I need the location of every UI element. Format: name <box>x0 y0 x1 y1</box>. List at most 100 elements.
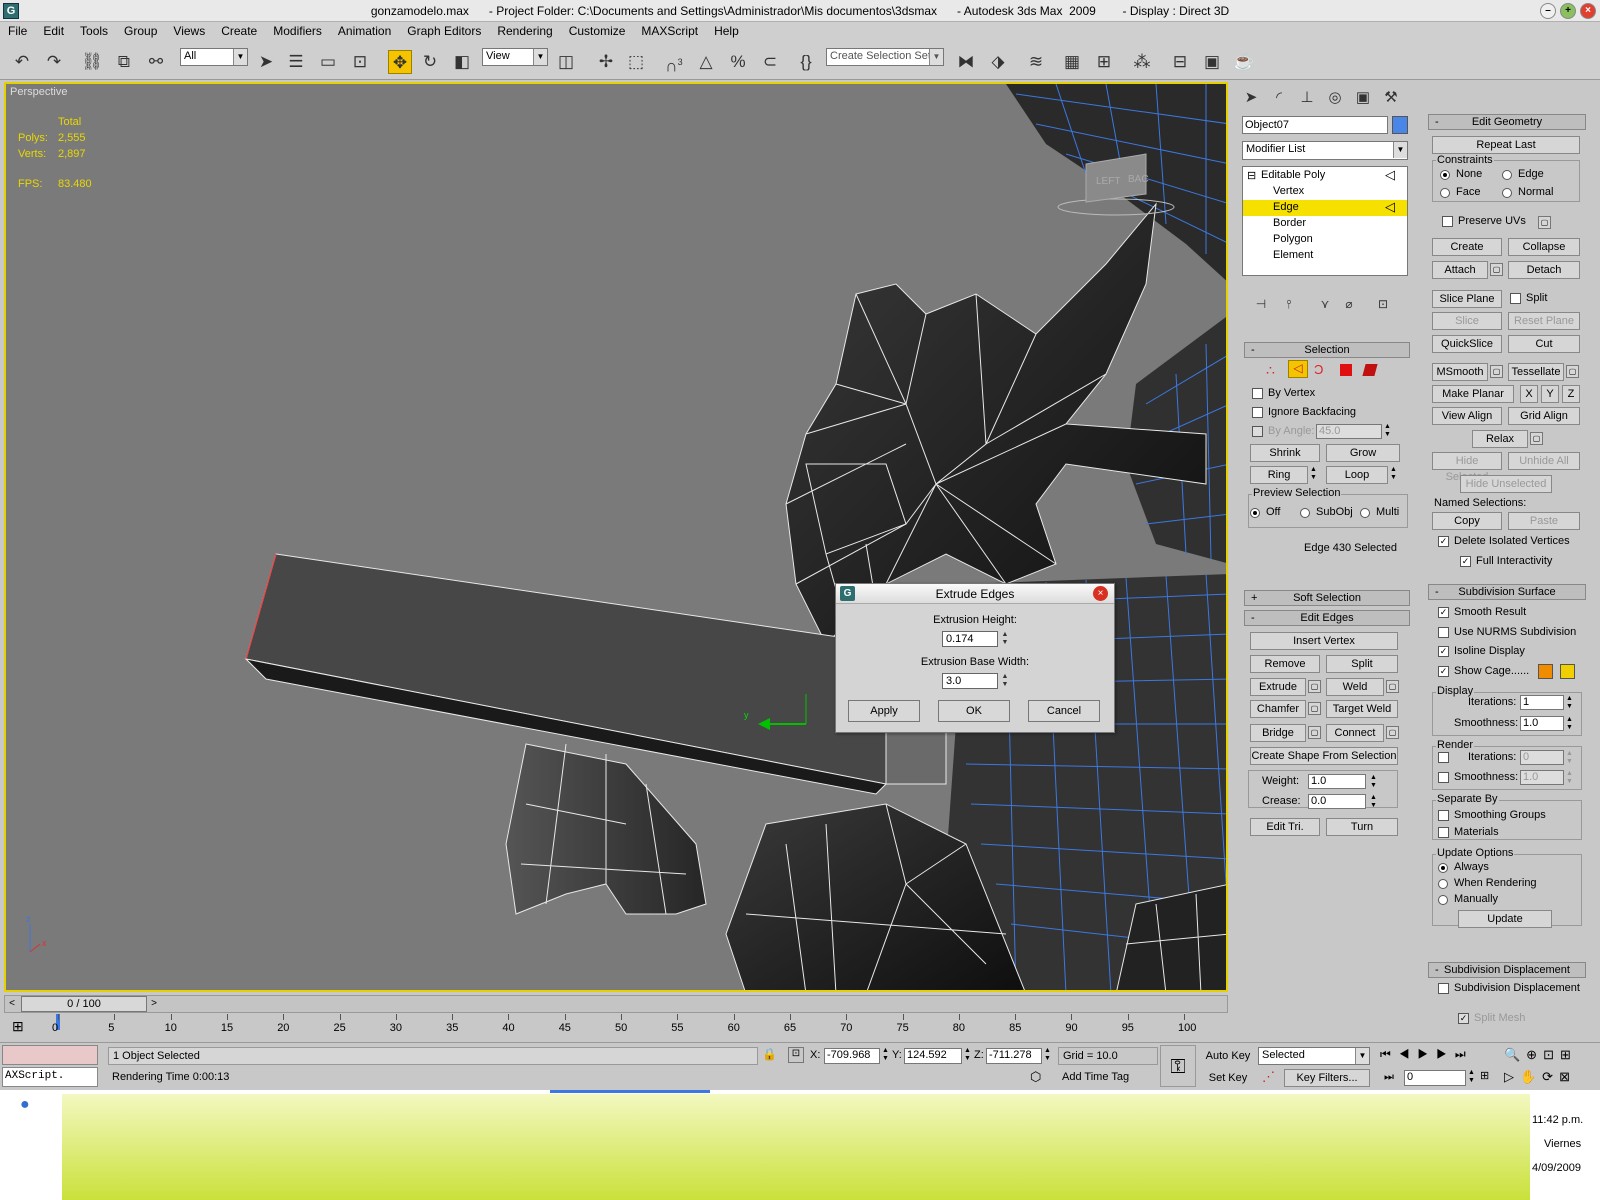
stack-expand-icon[interactable]: ⊟ <box>1247 169 1256 182</box>
current-frame-field[interactable]: 0 <box>1404 1070 1466 1086</box>
create-button[interactable]: Create <box>1432 238 1502 256</box>
align-icon[interactable]: ⬗ <box>986 50 1010 74</box>
constraint-edge-radio[interactable] <box>1502 170 1512 180</box>
selection-filter-dropdown[interactable]: All ▼ <box>180 48 248 66</box>
subdivision-displacement-rollout-header[interactable]: - Subdivision Displacement <box>1428 962 1586 978</box>
tessellate-settings-icon[interactable]: ▢ <box>1566 365 1579 378</box>
quickslice-button[interactable]: QuickSlice <box>1432 335 1502 353</box>
dialog-title[interactable]: G Extrude Edges × <box>836 584 1114 604</box>
absolute-mode-icon[interactable]: ⊡ <box>788 1047 804 1063</box>
mirror-icon[interactable]: ⧓ <box>954 50 978 74</box>
shrink-button[interactable]: Shrink <box>1250 444 1320 462</box>
x-coord-field[interactable]: -709.968 <box>824 1048 880 1064</box>
cage-color-swatch-1[interactable] <box>1538 664 1553 679</box>
iterations-field[interactable]: 1 <box>1520 695 1564 710</box>
slice-button[interactable]: Slice <box>1432 312 1502 330</box>
x-coord-spinner[interactable]: ▲ ▼ <box>882 1047 889 1063</box>
crease-field[interactable]: 0.0 <box>1308 794 1366 809</box>
reference-coordinate-dropdown[interactable]: View ▼ <box>482 48 548 66</box>
lock-selection-icon[interactable]: 🔒 <box>762 1047 777 1061</box>
y-coord-spinner[interactable]: ▲ ▼ <box>964 1047 971 1063</box>
z-coord-field[interactable]: -711.278 <box>986 1048 1042 1064</box>
grid-align-button[interactable]: Grid Align <box>1508 407 1580 425</box>
menu-customize[interactable]: Customize <box>561 22 634 40</box>
select-rotate-icon[interactable]: ↻ <box>418 50 442 74</box>
create-tab-icon[interactable]: ➤ <box>1238 86 1264 110</box>
material-editor-icon[interactable]: ⁂ <box>1130 50 1154 74</box>
by-angle-spinner[interactable]: ▲ ▼ <box>1384 423 1391 439</box>
motion-tab-icon[interactable]: ◎ <box>1322 86 1348 110</box>
menu-rendering[interactable]: Rendering <box>489 22 560 40</box>
select-scale-icon[interactable]: ◧ <box>450 50 474 74</box>
repeat-last-button[interactable]: Repeat Last <box>1432 136 1580 154</box>
display-tab-icon[interactable]: ▣ <box>1350 86 1376 110</box>
show-cage-checkbox[interactable]: ✓ <box>1438 666 1449 677</box>
stack-item-vertex[interactable]: Vertex <box>1273 185 1304 197</box>
planar-x-button[interactable]: X <box>1520 385 1538 403</box>
constraint-normal-radio[interactable] <box>1502 188 1512 198</box>
edit-geometry-rollout-header[interactable]: - Edit Geometry <box>1428 114 1586 130</box>
select-by-name-icon[interactable]: ☰ <box>284 50 308 74</box>
bind-space-warp-icon[interactable]: ⚯ <box>144 50 168 74</box>
render-setup-icon[interactable]: ⊟ <box>1168 50 1192 74</box>
edit-tri-button[interactable]: Edit Tri. <box>1250 818 1320 836</box>
ring-button[interactable]: Ring <box>1250 466 1308 484</box>
connect-button[interactable]: Connect <box>1326 724 1384 742</box>
menu-group[interactable]: Group <box>116 22 165 40</box>
attach-button[interactable]: Attach <box>1432 261 1488 279</box>
reset-plane-button[interactable]: Reset Plane <box>1508 312 1580 330</box>
smooth-result-checkbox[interactable]: ✓ <box>1438 607 1449 618</box>
weld-settings-icon[interactable]: ▢ <box>1386 680 1399 693</box>
render-smoothness-field[interactable]: 1.0 <box>1520 770 1564 785</box>
preview-subobj-radio[interactable] <box>1300 508 1310 518</box>
track-bar-icon[interactable]: ⊞ <box>12 1018 32 1038</box>
percent-snap-icon[interactable]: % <box>726 50 750 74</box>
msmooth-button[interactable]: MSmooth <box>1432 363 1488 381</box>
loop-button[interactable]: Loop <box>1326 466 1388 484</box>
extrusion-base-width-field[interactable]: 3.0 <box>942 673 998 689</box>
render-iterations-field[interactable]: 0 <box>1520 750 1564 765</box>
edge-mode-icon[interactable]: ◁ <box>1288 360 1308 378</box>
select-link-icon[interactable]: ⛓ <box>80 50 104 74</box>
pin-stack-icon[interactable]: ⊣ <box>1248 292 1274 316</box>
named-selection-set-dropdown[interactable]: Create Selection Set ▼ <box>826 48 944 66</box>
target-weld-button[interactable]: Target Weld <box>1326 700 1398 718</box>
split-checkbox[interactable] <box>1510 293 1521 304</box>
materials-checkbox[interactable] <box>1438 827 1449 838</box>
msmooth-settings-icon[interactable]: ▢ <box>1490 365 1503 378</box>
apple-icon[interactable]: ● <box>20 1096 30 1114</box>
use-nurms-checkbox[interactable] <box>1438 627 1449 638</box>
menu-maxscript[interactable]: MAXScript <box>633 22 706 40</box>
weld-button[interactable]: Weld <box>1326 678 1384 696</box>
z-coord-spinner[interactable]: ▲ ▼ <box>1044 1047 1051 1063</box>
update-always-radio[interactable] <box>1438 863 1448 873</box>
maxscript-listener[interactable]: AXScript. <box>2 1067 98 1087</box>
by-vertex-checkbox[interactable] <box>1252 388 1263 399</box>
planar-z-button[interactable]: Z <box>1562 385 1580 403</box>
collapse-button[interactable]: Collapse <box>1508 238 1580 256</box>
utilities-tab-icon[interactable]: ⚒ <box>1378 86 1404 110</box>
maximize-icon[interactable]: + <box>1560 3 1576 19</box>
object-name-field[interactable]: Object07 <box>1242 116 1388 134</box>
auto-key-button[interactable]: Auto Key <box>1204 1047 1252 1065</box>
select-move-icon[interactable]: ✥ <box>388 50 412 74</box>
modify-tab-icon[interactable]: ◜ <box>1266 86 1292 110</box>
time-prev-icon[interactable]: < <box>5 996 19 1012</box>
paste-button[interactable]: Paste <box>1508 512 1580 530</box>
update-button[interactable]: Update <box>1458 910 1552 928</box>
schematic-view-icon[interactable]: ⊞ <box>1092 50 1116 74</box>
preserve-uvs-settings-icon[interactable]: ▢ <box>1538 216 1551 229</box>
hide-selected-button[interactable]: Hide Selected <box>1432 452 1502 483</box>
rendered-frame-window-icon[interactable]: ▣ <box>1200 50 1224 74</box>
minimize-icon[interactable]: – <box>1540 3 1556 19</box>
pivot-center-icon[interactable]: ◫ <box>554 50 578 74</box>
ring-spinner[interactable]: ▲ ▼ <box>1310 466 1317 482</box>
planar-y-button[interactable]: Y <box>1541 385 1559 403</box>
stack-item-element[interactable]: Element <box>1273 249 1313 261</box>
render-smoothness-checkbox[interactable] <box>1438 772 1449 783</box>
stack-item-edge[interactable]: Edge <box>1273 201 1299 213</box>
time-next-icon[interactable]: > <box>147 996 161 1012</box>
attach-list-icon[interactable]: ▢ <box>1490 263 1503 276</box>
polygon-mode-icon[interactable] <box>1340 364 1352 376</box>
edit-named-selection-icon[interactable]: {} <box>794 50 818 74</box>
